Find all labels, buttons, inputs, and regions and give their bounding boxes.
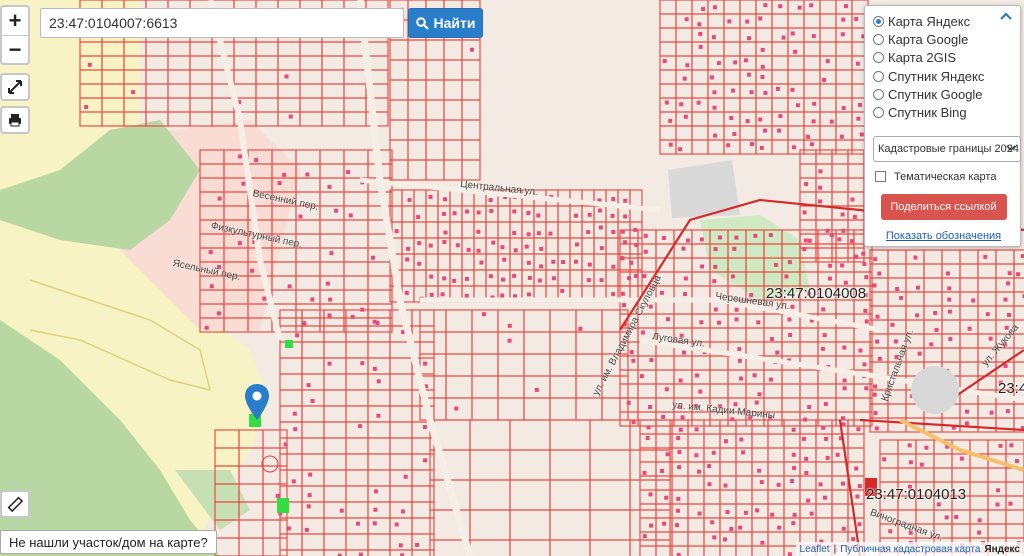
basemap-label: Карта 2GIS [888,50,957,66]
basemap-option[interactable]: Карта 2GIS [873,49,1014,67]
basemap-option[interactable]: Спутник Bing [873,103,1014,121]
basemap-radio[interactable] [873,70,884,82]
layers-panel: Карта Яндекс Карта Google Карта 2GIS Спутни… [864,5,1021,247]
basemap-option[interactable]: Спутник Google [873,85,1014,103]
zoom-control: + − [0,5,30,65]
chevron-down-icon [1006,145,1016,151]
basemap-label: Спутник Яндекс [888,68,985,84]
ruler-icon [7,496,23,512]
basemap-label: Карта Google [888,31,969,47]
search-button-label: Найти [433,15,476,31]
thematic-map-checkbox[interactable] [875,171,886,183]
location-marker-icon[interactable] [245,384,269,420]
zoom-in-button[interactable]: + [2,7,28,35]
basemap-radio[interactable] [873,33,884,45]
printer-icon [9,114,21,127]
print-button[interactable] [0,106,30,134]
map-attribution: Leaflet | Публичная кадастровая карта Ян… [795,542,1024,556]
basemap-radio[interactable] [873,107,884,119]
search-bar: Найти [40,8,483,38]
basemap-label: Спутник Bing [888,105,967,121]
basemap-option[interactable]: Спутник Яндекс [873,67,1014,85]
overlay-select[interactable]: Кадастровые границы 2024 [873,135,1021,162]
thematic-map-toggle[interactable]: Тематическая карта [873,171,1014,183]
cadastral-quarter-label: 23:47:0104013 [866,486,967,503]
measure-button[interactable] [0,490,30,518]
cadastral-quarter-label: 23:4 [998,380,1024,397]
basemap-option[interactable]: Карта Google [873,30,1014,48]
basemap-option[interactable]: Карта Яндекс [873,12,1014,30]
share-link-button[interactable]: Поделиться ссылкой [880,193,1007,220]
thematic-map-label: Тематическая карта [894,170,997,183]
overlay-select-value: Кадастровые границы 2024 [878,142,1019,155]
search-button[interactable]: Найти [408,8,483,38]
search-icon [415,16,429,30]
basemap-radio[interactable] [873,15,884,27]
basemap-radio[interactable] [873,88,884,100]
search-input[interactable] [40,8,404,38]
leaflet-link[interactable]: Leaflet [800,544,830,555]
chevron-up-icon[interactable] [1000,12,1012,20]
show-legend-link[interactable]: Показать обозначения [873,230,1014,242]
public-cadastral-link[interactable]: Публичная кадастровая карта [840,544,980,555]
not-found-button[interactable]: Не нашли участок/дом на карте? [0,530,217,554]
basemap-radio[interactable] [873,52,884,64]
zoom-out-button[interactable]: − [2,35,28,63]
expand-icon [8,80,22,94]
basemap-label: Карта Яндекс [888,13,971,29]
fullscreen-button[interactable] [0,73,30,101]
yandex-logo: Яндекс [984,543,1020,555]
basemap-label: Спутник Google [888,86,983,102]
